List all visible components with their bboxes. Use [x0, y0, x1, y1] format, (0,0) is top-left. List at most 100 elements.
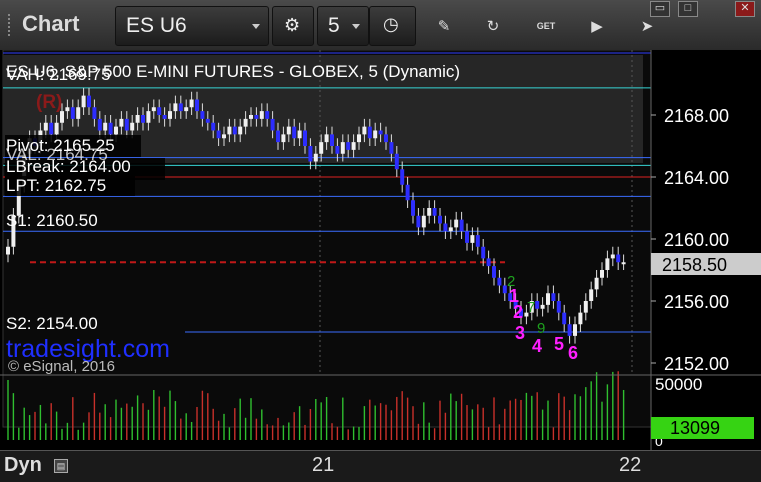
- candle-body: [157, 107, 162, 115]
- candle-body: [81, 95, 86, 108]
- candle-body: [432, 208, 437, 216]
- chart-toolbar: Chart ES U6 ⚙ 5 ◷ ✎ ↻ GET ▶ ➤ ▭ □ ✕: [0, 0, 761, 51]
- candle-body: [270, 118, 275, 131]
- chart-settings-button[interactable]: ⚙: [272, 6, 314, 46]
- candle-body: [76, 107, 81, 119]
- refresh-icon[interactable]: ↻: [482, 15, 504, 37]
- candle-body: [610, 254, 615, 259]
- y-tick-label: 2164.00: [664, 168, 729, 188]
- time-axis: Dyn ▤ 21 22: [0, 450, 761, 482]
- candle-body: [551, 293, 556, 301]
- maximize-icon[interactable]: □: [678, 1, 698, 17]
- candle-body: [6, 246, 10, 255]
- candle-body: [324, 134, 329, 143]
- candle-body: [621, 262, 626, 265]
- candle-body: [578, 312, 583, 325]
- candle-body: [114, 126, 118, 135]
- play-icon[interactable]: ▶: [586, 15, 608, 37]
- candle-body: [151, 107, 156, 112]
- price-chart[interactable]: 2168.002164.002160.002156.002152.00 ES U…: [0, 50, 761, 450]
- volume-last: 13099: [670, 418, 720, 438]
- lock-icon[interactable]: ▤: [54, 459, 68, 473]
- candle-body: [281, 134, 286, 143]
- candle-body: [265, 111, 270, 119]
- candle-body: [411, 200, 415, 216]
- s1-label: S1: 2160.50: [6, 211, 98, 230]
- window-title: Chart: [22, 11, 80, 36]
- interval-clock-button[interactable]: ◷: [369, 6, 416, 46]
- candle-body: [351, 142, 356, 150]
- candle-body: [438, 215, 442, 224]
- y-tick-label: 2168.00: [664, 106, 729, 126]
- lbreak-label: LBreak: 2164.00: [6, 157, 131, 176]
- candle-body: [400, 169, 405, 185]
- candle-body: [319, 142, 324, 154]
- pencil-icon[interactable]: ✎: [433, 15, 455, 37]
- candle-body: [486, 258, 491, 267]
- candle-body: [492, 266, 496, 278]
- interval-value: 5: [328, 14, 340, 37]
- symbol-selector[interactable]: ES U6: [115, 6, 269, 46]
- candle-body: [162, 115, 167, 119]
- volume-axis-top: 50000: [655, 375, 702, 394]
- candle-body: [357, 134, 361, 143]
- candle-body: [119, 118, 124, 127]
- candle-body: [146, 111, 151, 123]
- candle-body: [600, 270, 604, 278]
- candle-body: [211, 122, 216, 131]
- candle-body: [443, 223, 448, 232]
- y-tick-label: 2156.00: [664, 292, 729, 312]
- candle-body: [97, 118, 102, 131]
- interval-selector[interactable]: 5: [317, 6, 369, 46]
- candle-body: [43, 122, 48, 131]
- candle-body: [189, 99, 194, 108]
- candle-body: [216, 130, 221, 139]
- candle-body: [416, 215, 421, 228]
- candle-body: [195, 99, 199, 112]
- candle-body: [259, 111, 264, 119]
- candle-body: [448, 227, 453, 232]
- candle-body: [54, 122, 59, 135]
- candle-body: [394, 153, 399, 170]
- candle-body: [340, 142, 345, 154]
- get-icon[interactable]: GET: [535, 15, 557, 37]
- sequence-count-4: 4: [532, 336, 542, 356]
- candle-body: [124, 118, 129, 131]
- candle-body: [276, 130, 280, 143]
- candle-body: [254, 115, 259, 119]
- candle-body: [421, 215, 426, 228]
- candle-body: [605, 258, 610, 270]
- candle-body: [465, 231, 469, 243]
- candle-body: [475, 235, 480, 247]
- candle-body: [481, 246, 486, 259]
- candle-body: [535, 301, 540, 309]
- drag-grip[interactable]: [8, 14, 16, 36]
- close-icon[interactable]: ✕: [735, 1, 755, 17]
- reversal-marker: (R): [36, 92, 62, 113]
- candle-body: [92, 107, 97, 119]
- candle-body: [200, 111, 205, 119]
- candle-body: [178, 103, 183, 112]
- chevron-down-icon: [252, 24, 260, 29]
- cursor-icon[interactable]: ➤: [636, 15, 658, 37]
- candle-body: [335, 146, 340, 154]
- candle-body: [373, 130, 378, 139]
- candle-body: [540, 304, 545, 309]
- candle-body: [562, 312, 567, 325]
- candle-body: [546, 293, 550, 305]
- dynamic-label: Dyn: [4, 454, 42, 476]
- candle-body: [583, 301, 588, 313]
- candle-body: [286, 126, 291, 135]
- candle-body: [70, 107, 75, 119]
- candle-body: [141, 115, 145, 123]
- candle-body: [367, 126, 372, 139]
- candle-body: [405, 184, 410, 201]
- candle-body: [470, 235, 475, 243]
- candle-body: [308, 146, 313, 162]
- candle-body: [205, 118, 210, 123]
- candle-body: [87, 95, 91, 108]
- restore-icon[interactable]: ▭: [650, 1, 670, 17]
- last-price: 2158.50: [662, 255, 727, 275]
- candle-body: [135, 115, 140, 123]
- candle-body: [378, 130, 383, 135]
